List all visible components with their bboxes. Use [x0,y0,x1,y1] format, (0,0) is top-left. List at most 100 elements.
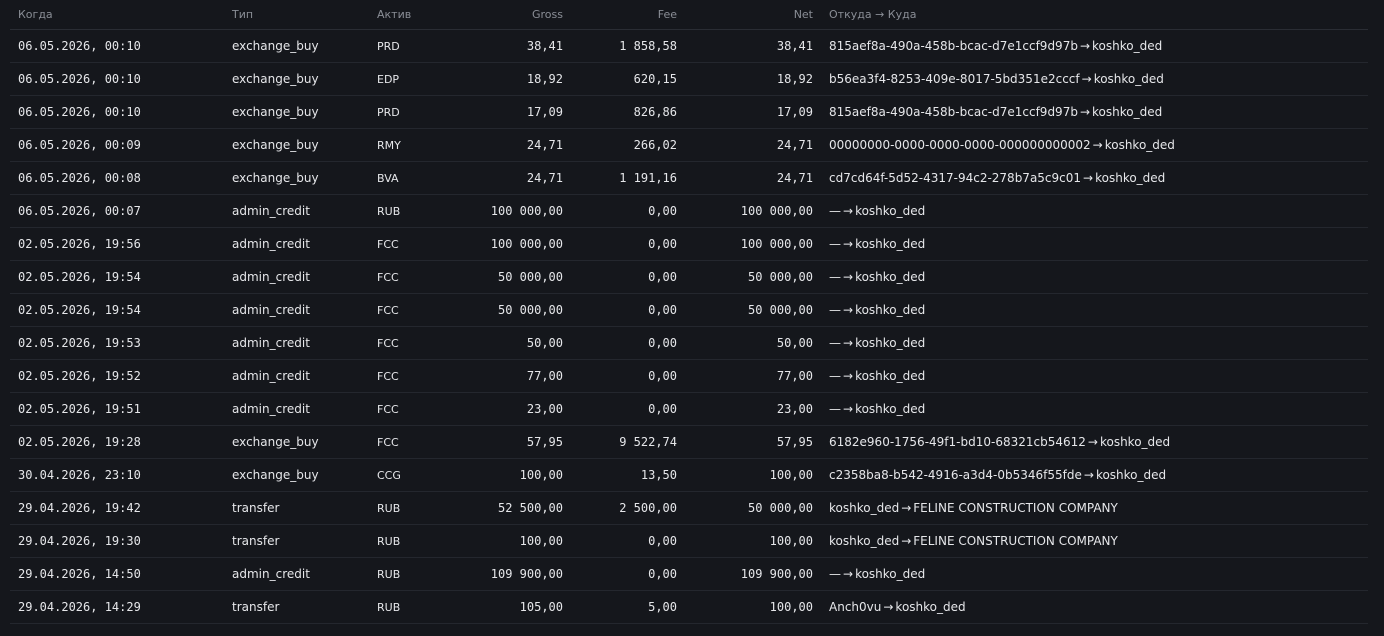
cell-fee: 0,00 [571,524,685,558]
cell-type: transfer [224,524,369,558]
route-to: koshko_ded [855,204,926,218]
table-row[interactable]: 06.05.2026, 00:10 exchange_buy PRD 17,09 826… [10,95,1368,129]
cell-asset: EDP [369,62,464,96]
cell-route: — → koshko_ded [821,392,1368,426]
table-row[interactable]: 06.05.2026, 00:07 admin_credit RUB 100 000,… [10,194,1368,228]
cell-when: 06.05.2026, 00:10 [10,29,224,63]
table-row[interactable]: 06.05.2026, 00:08 exchange_buy BVA 24,71 1 1… [10,161,1368,195]
cell-fee: 1 858,58 [571,29,685,63]
cell-net: 50,00 [685,326,821,360]
cell-fee: 0,00 [571,293,685,327]
table-row[interactable]: 30.04.2026, 23:10 exchange_buy CCG 100,00 13… [10,458,1368,492]
cell-net: 38,41 [685,29,821,63]
cell-gross: 109 900,00 [464,557,571,591]
cell-type: admin_credit [224,194,369,228]
table-row[interactable]: 02.05.2026, 19:56 admin_credit FCC 100 000,… [10,227,1368,261]
cell-fee: 5,00 [571,590,685,624]
cell-route: 815aef8a-490a-458b-bcac-d7e1ccf9d97b → kos… [821,29,1368,63]
table-row[interactable]: 02.05.2026, 19:51 admin_credit FCC 23,00 0,0… [10,392,1368,426]
cell-type: admin_credit [224,293,369,327]
cell-net: 17,09 [685,95,821,129]
arrow-right-icon: → [1079,105,1091,119]
cell-type: admin_credit [224,359,369,393]
header-row: Когда Тип Актив Gross Fee Net Откуда → К… [10,0,1368,30]
cell-fee: 0,00 [571,326,685,360]
cell-when: 02.05.2026, 19:56 [10,227,224,261]
table-row[interactable]: 29.04.2026, 14:50 admin_credit RUB 109 900,… [10,557,1368,591]
table-row[interactable]: 29.04.2026, 19:42 transfer RUB 52 500,00 2 5… [10,491,1368,525]
arrow-right-icon: → [843,402,854,416]
route-from: — [829,270,841,284]
column-header-when[interactable]: Когда [10,0,224,30]
column-header-fee[interactable]: Fee [571,0,685,30]
cell-asset: RUB [369,491,464,525]
route-from: — [829,402,841,416]
cell-asset: PRD [369,29,464,63]
arrow-right-icon: → [1081,72,1092,86]
column-header-net[interactable]: Net [685,0,821,30]
cell-fee: 9 522,74 [571,425,685,459]
route-from: cd7cd64f-5d52-4317-94c2-278b7a5c9c01 [829,171,1082,185]
cell-fee: 1 191,16 [571,161,685,195]
cell-route: koshko_ded → FELINE CONSTRUCTION COMPANY [821,524,1368,558]
table-row[interactable]: 06.05.2026, 00:10 exchange_buy EDP 18,92 620… [10,62,1368,96]
route-to: koshko_ded [855,567,926,581]
cell-net: 50 000,00 [685,293,821,327]
cell-type: admin_credit [224,326,369,360]
cell-asset: FCC [369,359,464,393]
cell-route: Anch0vu → koshko_ded [821,590,1368,624]
route-from: c2358ba8-b542-4916-a3d4-0b5346f55fde [829,468,1082,482]
cell-when: 29.04.2026, 14:29 [10,590,224,624]
cell-net: 57,95 [685,425,821,459]
arrow-right-icon: → [843,204,854,218]
cell-route: — → koshko_ded [821,260,1368,294]
cell-net: 100,00 [685,458,821,492]
cell-type: transfer [224,491,369,525]
route-from: Anch0vu [829,600,882,614]
column-header-route[interactable]: Откуда → Куда [821,0,1368,30]
cell-fee: 2 500,00 [571,491,685,525]
cell-gross: 100 000,00 [464,194,571,228]
cell-asset: RUB [369,524,464,558]
route-to: koshko_ded [1093,72,1164,86]
route-to: koshko_ded [1092,39,1163,53]
table-row[interactable]: 02.05.2026, 19:53 admin_credit FCC 50,00 0,0… [10,326,1368,360]
column-header-type[interactable]: Тип [224,0,369,30]
arrow-right-icon: → [843,270,854,284]
cell-type: admin_credit [224,392,369,426]
cell-route: koshko_ded → FELINE CONSTRUCTION COMPANY [821,491,1368,525]
table-row[interactable]: 29.04.2026, 14:29 transfer RUB 105,00 5,00 10… [10,590,1368,624]
cell-when: 02.05.2026, 19:54 [10,260,224,294]
table-row[interactable]: 02.05.2026, 19:52 admin_credit FCC 77,00 0,0… [10,359,1368,393]
cell-type: exchange_buy [224,425,369,459]
cell-net: 100 000,00 [685,194,821,228]
column-header-asset[interactable]: Актив [369,0,464,30]
route-to: FELINE CONSTRUCTION COMPANY [913,534,1118,548]
cell-fee: 0,00 [571,359,685,393]
cell-asset: FCC [369,227,464,261]
route-to: koshko_ded [1092,105,1163,119]
table-row[interactable]: 02.05.2026, 19:54 admin_credit FCC 50 000,0… [10,293,1368,327]
cell-net: 77,00 [685,359,821,393]
route-from: 815aef8a-490a-458b-bcac-d7e1ccf9d97b [829,105,1078,119]
arrow-right-icon: → [1092,138,1103,152]
table-row[interactable]: 06.05.2026, 00:09 exchange_buy RMY 24,71 266… [10,128,1368,162]
route-to: koshko_ded [855,369,926,383]
cell-when: 02.05.2026, 19:53 [10,326,224,360]
table-row[interactable]: 02.05.2026, 19:54 admin_credit FCC 50 000,0… [10,260,1368,294]
cell-fee: 266,02 [571,128,685,162]
cell-when: 06.05.2026, 00:10 [10,62,224,96]
table-row[interactable]: 06.05.2026, 00:10 exchange_buy PRD 38,41 1 8… [10,29,1368,63]
cell-net: 23,00 [685,392,821,426]
column-header-gross[interactable]: Gross [464,0,571,30]
arrow-right-icon: → [1087,435,1098,449]
cell-when: 29.04.2026, 19:30 [10,524,224,558]
cell-type: admin_credit [224,227,369,261]
cell-route: — → koshko_ded [821,293,1368,327]
route-to: koshko_ded [1095,468,1167,482]
table-row[interactable]: 29.04.2026, 19:30 transfer RUB 100,00 0,00 10… [10,524,1368,558]
cell-type: admin_credit [224,260,369,294]
cell-when: 06.05.2026, 00:09 [10,128,224,162]
cell-when: 06.05.2026, 00:08 [10,161,224,195]
table-row[interactable]: 02.05.2026, 19:28 exchange_buy FCC 57,95 9 5… [10,425,1368,459]
